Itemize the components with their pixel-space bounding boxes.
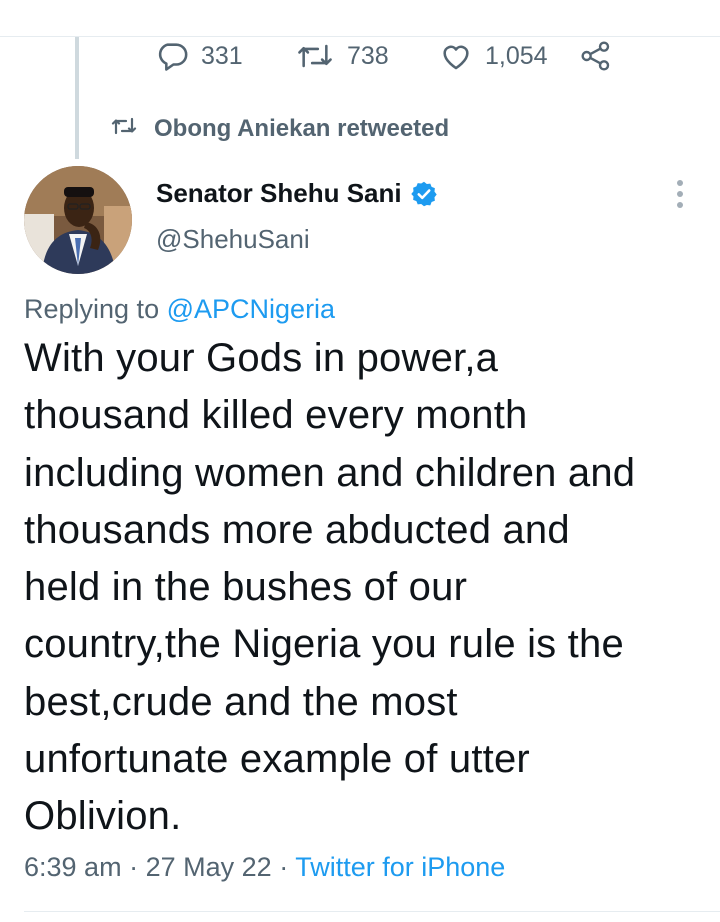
author-name-row[interactable]: Senator Shehu Sani [156, 178, 438, 209]
replying-to: Replying to @APCNigeria [24, 294, 335, 325]
author-handle[interactable]: @ShehuSani [156, 224, 310, 255]
more-options-icon[interactable] [672, 180, 688, 212]
verified-badge-icon [402, 180, 438, 208]
like-count: 1,054 [485, 41, 548, 70]
tweet-source-link[interactable]: Twitter for iPhone [295, 852, 505, 882]
reply-count: 331 [201, 41, 243, 70]
replying-prefix: Replying to [24, 294, 160, 324]
reply-button[interactable]: 331 [155, 39, 243, 73]
tweet-meta: 6:39 am · 27 May 22 · Twitter for iPhone [24, 852, 505, 883]
retweet-icon [110, 114, 138, 143]
retweet-icon [295, 39, 335, 73]
retweet-count: 738 [347, 41, 389, 70]
like-icon [439, 39, 473, 73]
top-divider [0, 36, 720, 37]
author-name: Senator Shehu Sani [156, 178, 402, 208]
meta-separator: · [129, 852, 139, 882]
thread-connector-line [75, 37, 79, 159]
meta-separator: · [279, 852, 289, 882]
retweet-context[interactable]: Obong Aniekan retweeted [110, 114, 449, 143]
share-button[interactable] [580, 40, 612, 72]
tweet-time: 6:39 am [24, 852, 122, 882]
tweet-text: With your Gods in power,a thousand kille… [24, 336, 636, 839]
tweet-date: 27 May 22 [145, 852, 272, 882]
bottom-divider [24, 911, 720, 912]
avatar[interactable] [24, 166, 132, 274]
retweet-button[interactable]: 738 [295, 39, 389, 73]
reply-mention-link[interactable]: @APCNigeria [167, 294, 335, 324]
reply-icon [155, 39, 189, 73]
share-icon [580, 40, 612, 72]
retweeted-by-label: Obong Aniekan retweeted [154, 114, 450, 142]
like-button[interactable]: 1,054 [439, 39, 548, 73]
